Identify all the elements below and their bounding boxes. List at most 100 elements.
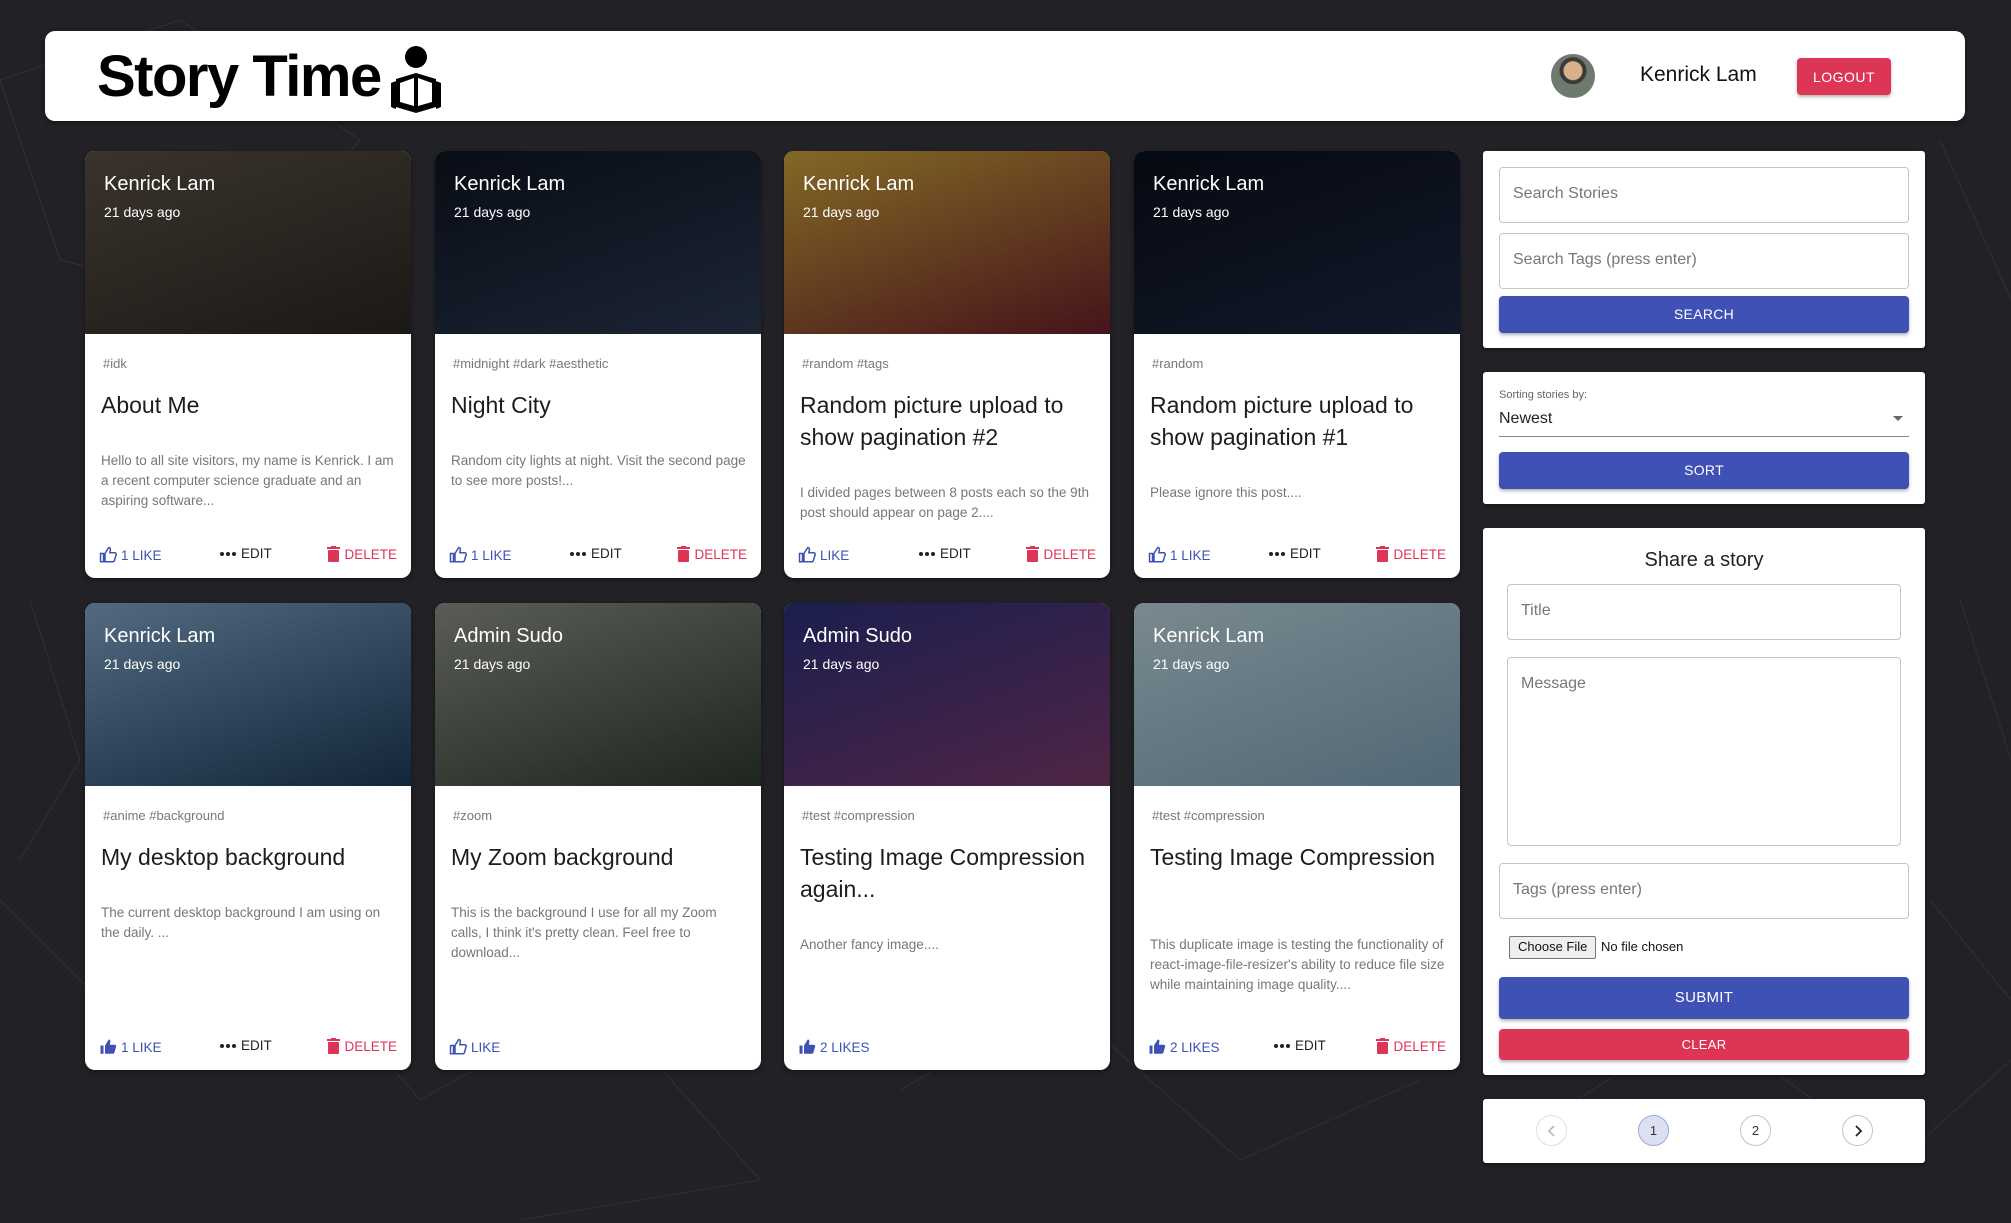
- post-message: This duplicate image is testing the func…: [1150, 937, 1445, 992]
- trash-icon: [327, 546, 341, 562]
- app-header: Story Time Kenrick Lam LOGOUT: [45, 31, 1965, 121]
- post-image: Kenrick Lam 21 days ago: [1134, 151, 1460, 334]
- post-title: Testing Image Compression again...: [800, 844, 1086, 902]
- page-button-2[interactable]: 2: [1740, 1115, 1771, 1146]
- delete-button[interactable]: DELETE: [327, 1038, 397, 1054]
- page-button-1[interactable]: 1: [1638, 1115, 1669, 1146]
- like-button[interactable]: LIKE: [798, 546, 849, 564]
- delete-button[interactable]: DELETE: [1376, 1038, 1446, 1054]
- submit-button[interactable]: SUBMIT: [1499, 977, 1909, 1019]
- delete-button[interactable]: DELETE: [1376, 546, 1446, 562]
- post-title: Testing Image Compression: [1150, 844, 1436, 870]
- delete-label: DELETE: [1393, 546, 1446, 562]
- delete-button[interactable]: DELETE: [1026, 546, 1096, 562]
- post-time: 21 days ago: [104, 656, 181, 672]
- post-message: I divided pages between 8 posts each so …: [800, 485, 1089, 520]
- tags-input[interactable]: Tags (press enter): [1499, 863, 1909, 919]
- post-message: The current desktop background I am usin…: [101, 905, 381, 940]
- more-horizontal-icon: [220, 1043, 236, 1048]
- like-button[interactable]: LIKE: [449, 1038, 500, 1056]
- edit-button[interactable]: EDIT: [1273, 1038, 1326, 1053]
- delete-button[interactable]: DELETE: [677, 546, 747, 562]
- post-title: My desktop background: [101, 844, 346, 870]
- post-time: 21 days ago: [1153, 656, 1230, 672]
- like-button[interactable]: 1 LIKE: [99, 546, 162, 564]
- post-title: Night City: [451, 392, 551, 418]
- post-tags: #random: [1152, 356, 1204, 371]
- post-card: Kenrick Lam 21 days ago #random Random p…: [1134, 151, 1460, 578]
- post-message: Please ignore this post....: [1150, 485, 1302, 500]
- search-stories-input[interactable]: Search Stories: [1499, 167, 1909, 223]
- like-button[interactable]: 1 LIKE: [1148, 546, 1211, 564]
- edit-label: EDIT: [241, 1038, 272, 1053]
- like-button[interactable]: 2 LIKES: [798, 1038, 870, 1056]
- post-title: About Me: [101, 392, 200, 418]
- post-author: Kenrick Lam: [104, 173, 216, 195]
- post-card: Kenrick Lam 21 days ago #midnight #dark …: [435, 151, 761, 578]
- message-textarea[interactable]: Message: [1507, 657, 1901, 846]
- more-horizontal-icon: [919, 551, 935, 556]
- post-image: Kenrick Lam 21 days ago: [85, 603, 411, 786]
- logout-button[interactable]: LOGOUT: [1797, 58, 1891, 95]
- edit-button[interactable]: EDIT: [569, 546, 622, 561]
- user-name: Kenrick Lam: [1640, 63, 1757, 86]
- trash-icon: [1376, 1038, 1390, 1054]
- post-time: 21 days ago: [454, 204, 531, 220]
- edit-label: EDIT: [1290, 546, 1321, 561]
- post-card: Admin Sudo 21 days ago #zoom My Zoom bac…: [435, 603, 761, 1070]
- sort-panel: Sorting stories by: Newest SORT: [1483, 372, 1925, 504]
- clear-button[interactable]: CLEAR: [1499, 1029, 1909, 1060]
- post-tags: #zoom: [453, 808, 493, 823]
- post-author: Kenrick Lam: [1153, 173, 1265, 195]
- edit-button[interactable]: EDIT: [918, 546, 971, 561]
- search-tags-input[interactable]: Search Tags (press enter): [1499, 233, 1909, 289]
- like-button[interactable]: 1 LIKE: [99, 1038, 162, 1056]
- trash-icon: [1376, 546, 1390, 562]
- post-actions: LIKE EDIT DELETE: [784, 543, 1110, 567]
- thumb-up-outline-icon: [798, 546, 816, 563]
- sort-select[interactable]: Newest: [1499, 406, 1909, 437]
- share-story-panel: Share a story Title Message Tags (press …: [1483, 528, 1925, 1075]
- edit-button[interactable]: EDIT: [219, 546, 272, 561]
- thumb-up-outline-icon: [1148, 546, 1166, 563]
- post-author: Admin Sudo: [803, 625, 912, 647]
- dropdown-arrow-icon: [1893, 416, 1903, 421]
- post-author: Kenrick Lam: [454, 173, 566, 195]
- like-label: 1 LIKE: [121, 1039, 162, 1055]
- pagination-panel: 1 2: [1483, 1099, 1925, 1163]
- more-horizontal-icon: [220, 551, 236, 556]
- sort-value: Newest: [1499, 410, 1553, 427]
- like-button[interactable]: 2 LIKES: [1148, 1038, 1220, 1056]
- sort-button[interactable]: SORT: [1499, 452, 1909, 489]
- delete-label: DELETE: [344, 1038, 397, 1054]
- previous-page-button[interactable]: [1536, 1115, 1567, 1146]
- next-page-button[interactable]: [1842, 1115, 1873, 1146]
- edit-button[interactable]: EDIT: [219, 1038, 272, 1053]
- delete-button[interactable]: DELETE: [327, 546, 397, 562]
- post-card: Admin Sudo 21 days ago #test #compressio…: [784, 603, 1110, 1070]
- post-title: Random picture upload to show pagination…: [1150, 392, 1414, 450]
- title-input[interactable]: Title: [1507, 584, 1901, 640]
- share-heading: Share a story: [1644, 549, 1764, 571]
- more-horizontal-icon: [1269, 551, 1285, 556]
- post-message: Another fancy image....: [800, 937, 939, 952]
- post-tags: #random #tags: [802, 356, 889, 371]
- thumb-up-outline-icon: [449, 1038, 467, 1055]
- post-author: Kenrick Lam: [803, 173, 915, 195]
- like-button[interactable]: 1 LIKE: [449, 546, 512, 564]
- delete-label: DELETE: [694, 546, 747, 562]
- post-image: Kenrick Lam 21 days ago: [85, 151, 411, 334]
- brand-title: Story Time: [97, 44, 382, 109]
- search-button[interactable]: SEARCH: [1499, 296, 1909, 333]
- post-tags: #test #compression: [1152, 808, 1265, 823]
- like-label: 2 LIKES: [820, 1039, 870, 1055]
- post-card: Kenrick Lam 21 days ago #random #tags Ra…: [784, 151, 1110, 578]
- avatar[interactable]: [1551, 54, 1595, 98]
- more-horizontal-icon: [1274, 1043, 1290, 1048]
- like-label: LIKE: [471, 1039, 501, 1055]
- like-label: 1 LIKE: [471, 547, 512, 563]
- post-actions: 1 LIKE EDIT DELETE: [1134, 543, 1460, 567]
- chevron-right-icon: [1854, 1125, 1862, 1137]
- edit-button[interactable]: EDIT: [1268, 546, 1321, 561]
- choose-file-button[interactable]: Choose File: [1509, 936, 1597, 959]
